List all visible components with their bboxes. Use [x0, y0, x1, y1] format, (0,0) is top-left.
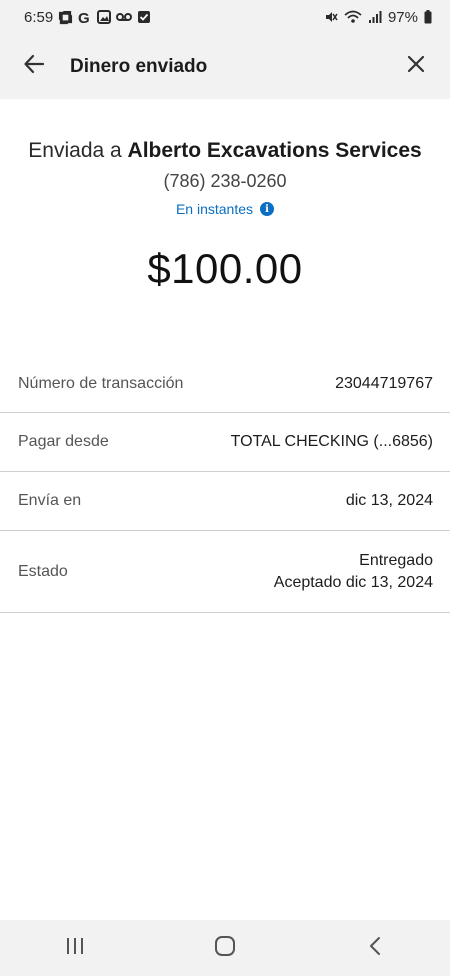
- detail-label: Pagar desde: [18, 433, 109, 450]
- detail-label: Número de transacción: [18, 374, 184, 392]
- back-nav-button[interactable]: [345, 928, 405, 968]
- checkbox-icon: [137, 10, 151, 24]
- chase-icon: [58, 10, 73, 25]
- detail-row-transaction-number: Número de transacción 23044719767: [0, 354, 450, 413]
- recent-apps-button[interactable]: [45, 928, 105, 968]
- wifi-icon: [344, 10, 362, 24]
- detail-label: Estado: [18, 562, 68, 580]
- delivery-speed: En instantes i: [0, 201, 450, 217]
- amount: $100.00: [147, 245, 303, 292]
- signal-icon: [368, 10, 382, 24]
- voicemail-icon: [116, 12, 133, 22]
- detail-row-send-on: Envía en dic 13, 2024: [0, 472, 450, 531]
- page-title: Dinero enviado: [70, 55, 208, 77]
- delivery-speed-label: En instantes: [175, 201, 254, 217]
- recipient-name: Alberto Excavations Services: [127, 139, 422, 162]
- sent-to-line: Enviada a Alberto Excavations Services: [0, 139, 450, 163]
- home-button[interactable]: [195, 928, 255, 968]
- recent-apps-icon: [65, 937, 85, 960]
- back-button[interactable]: [18, 51, 50, 83]
- arrow-left-icon: [23, 53, 45, 80]
- transaction-details: Número de transacción 23044719767 Pagar …: [0, 354, 450, 613]
- status-value: Entregado Aceptado dic 13, 2024: [274, 550, 433, 594]
- google-icon: G: [78, 10, 92, 25]
- sent-to-prefix: Enviada a: [28, 139, 122, 162]
- app-bar: Dinero enviado: [0, 34, 450, 99]
- payment-summary: Enviada a Alberto Excavations Services (…: [0, 99, 450, 293]
- detail-row-status: Estado Entregado Aceptado dic 13, 2024: [0, 531, 450, 613]
- battery-percent: 97%: [387, 8, 418, 26]
- detail-value: dic 13, 2024: [345, 492, 433, 509]
- status-bar: 6:59 G 97%: [0, 0, 450, 34]
- home-icon: [214, 935, 236, 962]
- detail-value: TOTAL CHECKING (...6856): [230, 433, 433, 450]
- info-icon[interactable]: i: [260, 202, 275, 216]
- battery-icon: [424, 10, 432, 24]
- close-icon: [407, 55, 425, 78]
- status-right: 97%: [324, 9, 432, 26]
- status-line-2: Aceptado dic 13, 2024: [273, 573, 433, 591]
- close-button[interactable]: [400, 51, 432, 83]
- svg-text:G: G: [78, 10, 90, 25]
- detail-row-pay-from: Pagar desde TOTAL CHECKING (...6856): [0, 413, 450, 472]
- detail-value: 23044719767: [335, 374, 433, 392]
- status-time: 6:59: [24, 8, 54, 26]
- gallery-icon: [97, 10, 112, 24]
- system-nav-bar: [0, 920, 450, 976]
- recipient-phone: (786) 238-0260: [163, 171, 287, 191]
- status-line-1: Entregado: [359, 551, 433, 569]
- status-left: 6:59 G: [24, 9, 151, 26]
- chevron-left-icon: [368, 936, 382, 961]
- detail-label: Envía en: [18, 492, 82, 509]
- mute-icon: [324, 10, 338, 24]
